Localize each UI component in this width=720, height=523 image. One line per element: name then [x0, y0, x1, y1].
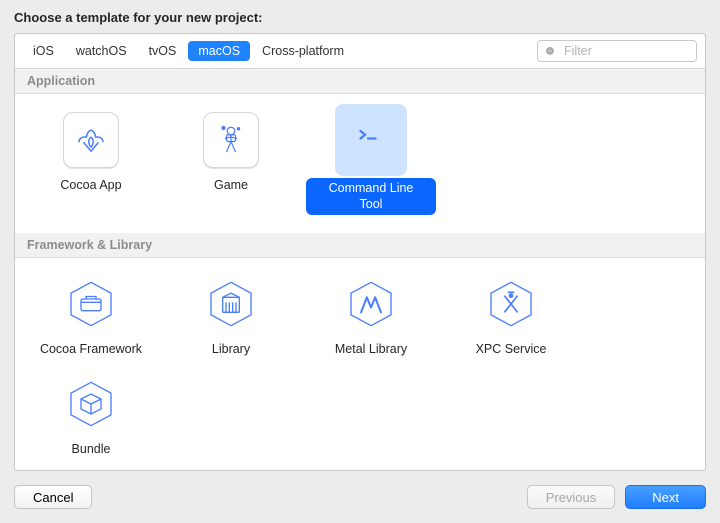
template-label: Cocoa App [60, 178, 121, 194]
section-header-framework: Framework & Library [15, 233, 705, 258]
template-bundle[interactable]: Bundle [21, 370, 161, 470]
section-framework: Framework & Library Cocoa Framework Libr… [15, 233, 705, 470]
command-line-tool-icon [343, 112, 399, 168]
next-button[interactable]: Next [625, 485, 706, 509]
section-application-grid: Cocoa App Game Command Line Tool [15, 94, 705, 233]
template-xpc-service[interactable]: XPC Service [441, 270, 581, 370]
template-game[interactable]: Game [161, 106, 301, 227]
template-metal-library[interactable]: Metal Library [301, 270, 441, 370]
template-label: Bundle [72, 442, 111, 458]
cocoa-framework-icon [63, 276, 119, 332]
template-label: Command Line Tool [306, 178, 436, 215]
tab-tvos[interactable]: tvOS [139, 41, 187, 61]
filter-icon [544, 45, 557, 58]
footer: Cancel Previous Next [0, 471, 720, 523]
section-framework-grid: Cocoa Framework Library Metal Library [15, 258, 705, 470]
bundle-icon [63, 376, 119, 432]
tab-cross-platform[interactable]: Cross-platform [252, 41, 354, 61]
template-label: Library [212, 342, 250, 358]
metal-library-icon [343, 276, 399, 332]
game-icon [203, 112, 259, 168]
template-chooser-window: Choose a template for your new project: … [0, 0, 720, 523]
template-label: Game [214, 178, 248, 194]
section-header-application: Application [15, 69, 705, 94]
template-label: Metal Library [335, 342, 407, 358]
tab-ios[interactable]: iOS [23, 41, 64, 61]
template-scroll[interactable]: Application Cocoa App Game [15, 69, 705, 470]
chooser-panel: iOS watchOS tvOS macOS Cross-platform Ap… [14, 33, 706, 471]
tab-watchos[interactable]: watchOS [66, 41, 137, 61]
template-label: XPC Service [476, 342, 547, 358]
section-application: Application Cocoa App Game [15, 69, 705, 233]
filter-input[interactable] [562, 43, 690, 59]
cocoa-app-icon [63, 112, 119, 168]
template-library[interactable]: Library [161, 270, 301, 370]
template-label: Cocoa Framework [40, 342, 142, 358]
previous-button[interactable]: Previous [527, 485, 616, 509]
filter-field[interactable] [537, 40, 697, 62]
cancel-button[interactable]: Cancel [14, 485, 92, 509]
page-title: Choose a template for your new project: [0, 0, 720, 33]
platform-tabbar: iOS watchOS tvOS macOS Cross-platform [15, 34, 705, 69]
template-cocoa-framework[interactable]: Cocoa Framework [21, 270, 161, 370]
tab-macos[interactable]: macOS [188, 41, 250, 61]
template-cocoa-app[interactable]: Cocoa App [21, 106, 161, 227]
xpc-service-icon [483, 276, 539, 332]
template-command-line-tool[interactable]: Command Line Tool [301, 106, 441, 227]
library-icon [203, 276, 259, 332]
